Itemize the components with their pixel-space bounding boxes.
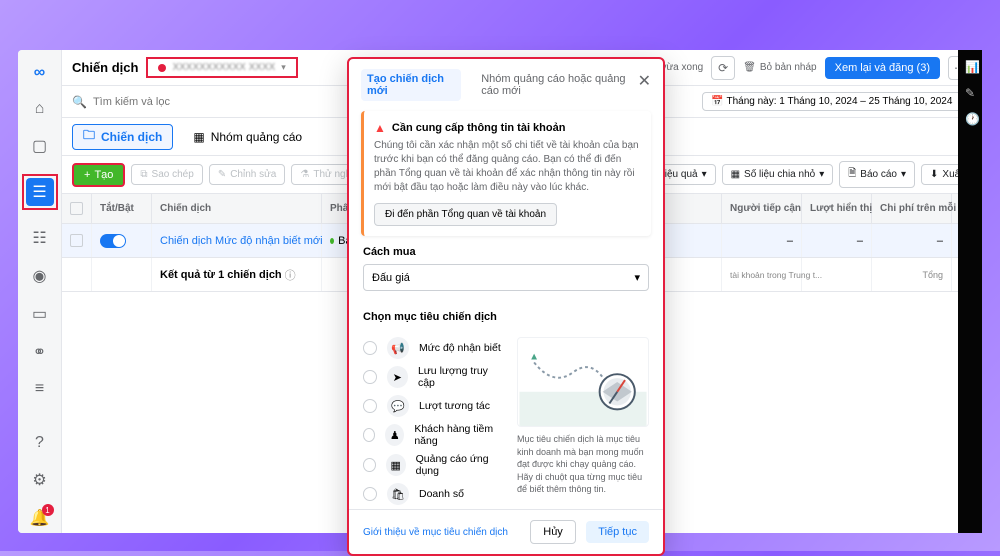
- account-info-alert: ▲Cần cung cấp thông tin tài khoản Chúng …: [361, 111, 651, 236]
- grid-icon: ▦: [731, 169, 740, 180]
- report-dropdown[interactable]: 🗎Báo cáo ▾: [839, 161, 915, 188]
- clipboard-icon[interactable]: ☷: [30, 228, 50, 248]
- page-title: Chiến dịch: [72, 60, 138, 75]
- buying-type-label: Cách mua: [363, 246, 649, 258]
- account-selector[interactable]: XXXXXXXXXXX XXXX ▾: [146, 57, 297, 78]
- account-status-dot: [158, 64, 166, 72]
- chevron-down-icon: ▾: [634, 271, 640, 284]
- modal-tab-new-adset[interactable]: Nhóm quảng cáo hoặc quảng cáo mới: [475, 69, 651, 101]
- notifications-icon[interactable]: 🔔: [30, 508, 50, 528]
- create-campaign-modal: Tạo chiến dịch mới Nhóm quảng cáo hoặc q…: [347, 57, 665, 556]
- pencil-icon: ✎: [218, 169, 226, 180]
- close-icon[interactable]: ✕: [638, 71, 651, 91]
- continue-button[interactable]: Tiếp tục: [586, 521, 649, 543]
- meta-logo-icon[interactable]: ∞: [30, 64, 50, 82]
- objective-awareness[interactable]: 📢Mức độ nhận biết: [363, 337, 505, 359]
- flask-icon: ⚗: [300, 169, 309, 180]
- status-dot: [330, 238, 334, 244]
- apps-icon: ▦: [386, 454, 406, 476]
- megaphone-icon[interactable]: ◉: [30, 266, 50, 286]
- campaign-name-link[interactable]: Chiến dịch Mức độ nhận biết mới: [152, 224, 322, 257]
- settings-icon[interactable]: ⚙: [30, 470, 50, 490]
- refresh-icon[interactable]: ⟳: [711, 56, 735, 80]
- objective-traffic[interactable]: ➤Lưu lượng truy cập: [363, 365, 505, 389]
- review-publish-button[interactable]: Xem lại và đăng (3): [825, 57, 940, 79]
- discard-button[interactable]: 🗑Bỏ bản nháp: [743, 62, 816, 73]
- tab-adsets[interactable]: ▦Nhóm quảng cáo: [183, 124, 312, 150]
- goto-account-overview-button[interactable]: Đi đến phần Tổng quan về tài khoản: [374, 203, 557, 226]
- edit-icon[interactable]: ✎: [965, 86, 975, 96]
- more-icon[interactable]: ≡: [30, 380, 50, 398]
- search-icon: 🔍: [72, 95, 87, 109]
- campaigns-icon[interactable]: ☰: [26, 178, 54, 206]
- objective-description: Mục tiêu chiến dịch là mục tiêu kinh doa…: [517, 433, 649, 496]
- objective-sales[interactable]: 🛍Doanh số: [363, 483, 505, 505]
- search-input[interactable]: [93, 96, 213, 108]
- objective-engagement[interactable]: 💬Lượt tương tác: [363, 395, 505, 417]
- date-range-button[interactable]: 📅 Tháng này: 1 Tháng 10, 2024 – 25 Tháng…: [702, 92, 972, 111]
- card-icon[interactable]: ▭: [30, 304, 50, 324]
- campaign-toggle[interactable]: [100, 234, 126, 248]
- folder-icon[interactable]: ▢: [30, 136, 50, 156]
- select-all-checkbox[interactable]: [70, 202, 83, 215]
- edit-button[interactable]: ✎Chỉnh sửa: [209, 164, 286, 185]
- doc-icon: 🗎: [848, 166, 856, 183]
- home-icon[interactable]: ⌂: [30, 100, 50, 118]
- account-name: XXXXXXXXXXX XXXX: [172, 62, 275, 73]
- folder-icon: 🗀: [83, 126, 95, 147]
- modal-tab-new-campaign[interactable]: Tạo chiến dịch mới: [361, 69, 461, 101]
- help-icon[interactable]: ?: [30, 434, 50, 452]
- cursor-icon: ➤: [387, 366, 408, 388]
- warning-icon: ▲: [374, 121, 386, 135]
- clock-icon[interactable]: 🕐: [965, 112, 975, 122]
- objective-illustration: [517, 337, 649, 427]
- plus-icon: +: [84, 169, 90, 181]
- objective-leads[interactable]: ♟Khách hàng tiềm năng: [363, 423, 505, 447]
- breakdown-dropdown[interactable]: ▦Số liệu chia nhỏ ▾: [722, 164, 834, 185]
- chevron-down-icon: ▾: [281, 62, 286, 73]
- create-button[interactable]: +Tạo: [72, 163, 125, 187]
- duplicate-button[interactable]: ⧉Sao chép: [131, 164, 202, 185]
- audience-icon[interactable]: ⚭: [30, 342, 50, 362]
- objective-app[interactable]: ▦Quảng cáo ứng dụng: [363, 453, 505, 477]
- left-rail: ∞ ⌂ ▢ ☰ ☷ ◉ ▭ ⚭ ≡ ? ⚙ 🔔 🔍 ⧉: [18, 50, 62, 533]
- filter-icon: ♟: [385, 424, 404, 446]
- objective-title: Chọn mục tiêu chiến dịch: [363, 311, 649, 323]
- download-icon: ⬇: [930, 169, 938, 180]
- right-activity-rail: 📊 ✎ 🕐: [958, 50, 982, 533]
- tab-campaigns[interactable]: 🗀Chiến dịch: [72, 124, 173, 150]
- buying-type-select[interactable]: Đấu giá▾: [363, 264, 649, 291]
- megaphone-icon: 📢: [387, 337, 409, 359]
- chat-icon: 💬: [387, 395, 409, 417]
- grid-icon: ▦: [193, 130, 204, 144]
- chart-icon[interactable]: 📊: [965, 60, 975, 70]
- row-checkbox[interactable]: [70, 234, 83, 247]
- cancel-button[interactable]: Hủy: [530, 520, 576, 544]
- copy-icon: ⧉: [140, 169, 147, 180]
- bag-icon: 🛍: [387, 483, 409, 505]
- learn-objectives-link[interactable]: Giới thiệu về mục tiêu chiến dịch: [363, 527, 508, 538]
- trash-icon: 🗑: [743, 62, 756, 73]
